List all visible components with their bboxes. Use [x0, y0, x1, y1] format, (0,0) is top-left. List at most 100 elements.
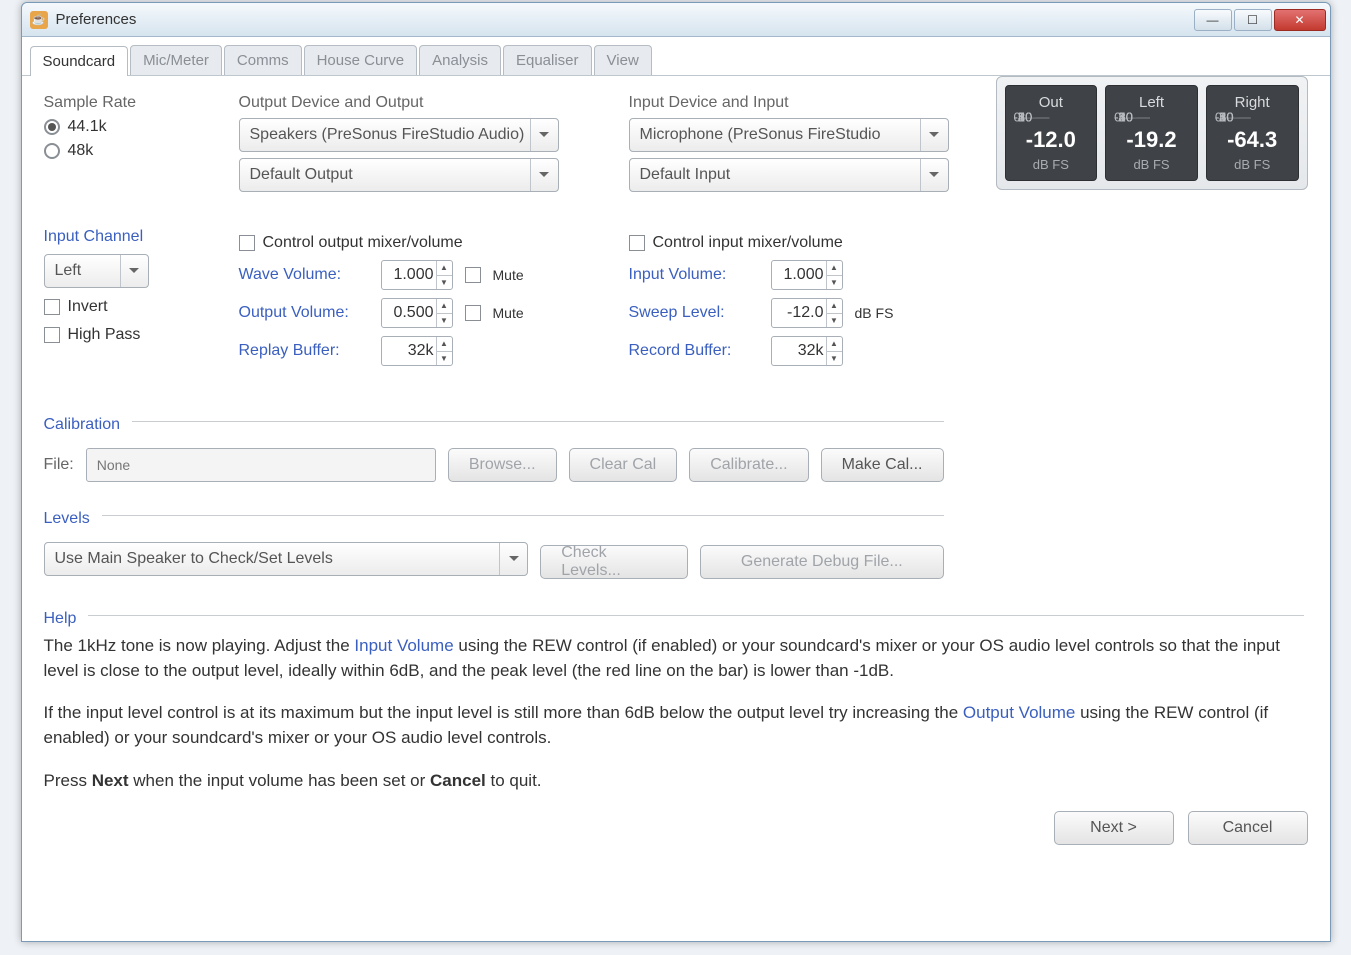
select-value: Default Input	[640, 166, 731, 184]
levels-legend: Levels	[44, 510, 90, 528]
output-volume-link[interactable]: Output Volume	[963, 703, 1075, 722]
spin-up-icon[interactable]: ▲	[827, 337, 842, 352]
wave-mute-checkbox[interactable]	[465, 267, 481, 283]
meter-panel: Out0-10-20-30-40-50-12.0dB FSLeft0-10-20…	[996, 76, 1308, 190]
output-mute-checkbox[interactable]	[465, 305, 481, 321]
meter-name: Out	[1039, 94, 1063, 111]
make-cal-button[interactable]: Make Cal...	[821, 448, 944, 482]
meter-value: -64.3	[1227, 127, 1277, 153]
spin-down-icon[interactable]: ▼	[827, 352, 842, 366]
input-volume-input[interactable]: 1.000 ▲▼	[771, 260, 843, 290]
check-levels-button[interactable]: Check Levels...	[540, 545, 688, 579]
titlebar[interactable]: ☕ Preferences — ☐ ✕	[22, 3, 1330, 37]
radio-icon	[44, 119, 60, 135]
window-title: Preferences	[56, 11, 137, 28]
spin-up-icon[interactable]: ▲	[437, 261, 452, 276]
input-volume-link[interactable]: Input Volume	[354, 636, 453, 655]
mute-label: Mute	[493, 267, 524, 283]
sweep-level-input[interactable]: -12.0 ▲▼	[771, 298, 843, 328]
tab-view[interactable]: View	[594, 45, 652, 75]
spin-up-icon[interactable]: ▲	[437, 299, 452, 314]
input-mixer-checkbox[interactable]: Control input mixer/volume	[629, 234, 969, 252]
cal-file-value: None	[97, 457, 130, 473]
invert-checkbox[interactable]: Invert	[44, 298, 209, 316]
tab-comms[interactable]: Comms	[224, 45, 302, 75]
select-value: Speakers (PreSonus FireStudio Audio)	[250, 126, 525, 144]
tab-mic-meter[interactable]: Mic/Meter	[130, 45, 222, 75]
wave-volume-input[interactable]: 1.000 ▲▼	[381, 260, 453, 290]
checkbox-icon	[44, 327, 60, 343]
input-channel-select[interactable]: Default Input	[629, 158, 949, 192]
checkbox-icon	[629, 235, 645, 251]
tick: -50	[1014, 110, 1050, 125]
sample-rate-441[interactable]: 44.1k	[44, 118, 209, 136]
sweep-level-label: Sweep Level:	[629, 304, 759, 322]
highpass-checkbox[interactable]: High Pass	[44, 326, 209, 344]
spin-down-icon[interactable]: ▼	[437, 352, 452, 366]
clear-cal-button[interactable]: Clear Cal	[569, 448, 678, 482]
sample-rate-48[interactable]: 48k	[44, 142, 209, 160]
sweep-level-row: Sweep Level: -12.0 ▲▼ dB FS	[629, 298, 969, 328]
meter-unit: dB FS	[1133, 157, 1169, 172]
output-header: Output Device and Output	[239, 94, 599, 112]
tab-equaliser[interactable]: Equaliser	[503, 45, 592, 75]
wave-volume-row: Wave Volume: 1.000 ▲▼ Mute	[239, 260, 599, 290]
input-channel-group: Input Channel Left Invert High Pass	[44, 228, 209, 366]
cancel-button[interactable]: Cancel	[1188, 811, 1308, 845]
input-group: Input Device and Input Microphone (PreSo…	[629, 94, 969, 198]
record-buffer-row: Record Buffer: 32k ▲▼	[629, 336, 969, 366]
spin-value: 32k	[798, 342, 824, 360]
input-device-select[interactable]: Microphone (PreSonus FireStudio	[629, 118, 949, 152]
record-buffer-input[interactable]: 32k ▲▼	[771, 336, 843, 366]
input-channel-select[interactable]: Left	[44, 254, 149, 288]
spin-down-icon[interactable]: ▼	[437, 276, 452, 290]
cal-file-label: File:	[44, 456, 74, 474]
cal-file-field[interactable]: None	[86, 448, 436, 482]
minimize-button[interactable]: —	[1194, 9, 1232, 31]
replay-buffer-label: Replay Buffer:	[239, 342, 369, 360]
spin-up-icon[interactable]: ▲	[827, 299, 842, 314]
sweep-unit: dB FS	[855, 305, 894, 321]
replay-buffer-input[interactable]: 32k ▲▼	[381, 336, 453, 366]
meter-left: Left0-10-20-30-40-50-19.2dB FS	[1105, 85, 1198, 181]
divider	[132, 421, 944, 422]
output-device-select[interactable]: Speakers (PreSonus FireStudio Audio)	[239, 118, 559, 152]
calibrate-button[interactable]: Calibrate...	[689, 448, 808, 482]
next-button[interactable]: Next >	[1054, 811, 1174, 845]
output-volume-input[interactable]: 0.500 ▲▼	[381, 298, 453, 328]
spin-value: 1.000	[783, 266, 823, 284]
generate-debug-button[interactable]: Generate Debug File...	[700, 545, 943, 579]
output-mixer-checkbox[interactable]: Control output mixer/volume	[239, 234, 599, 252]
sample-rate-label: Sample Rate	[44, 94, 209, 112]
maximize-button[interactable]: ☐	[1234, 9, 1272, 31]
select-value: Use Main Speaker to Check/Set Levels	[55, 550, 333, 568]
window-controls: — ☐ ✕	[1192, 9, 1326, 31]
spin-value: 0.500	[393, 304, 433, 322]
close-button[interactable]: ✕	[1274, 9, 1326, 31]
meter-right: Right0-10-20-30-40-50-64.3dB FS	[1206, 85, 1299, 181]
input-header: Input Device and Input	[629, 94, 969, 112]
app-icon: ☕	[30, 11, 48, 29]
levels-select[interactable]: Use Main Speaker to Check/Set Levels	[44, 542, 529, 576]
output-volume-label: Output Volume:	[239, 304, 369, 322]
calibration-legend: Calibration	[44, 416, 120, 434]
spin-down-icon[interactable]: ▼	[827, 276, 842, 290]
spin-down-icon[interactable]: ▼	[437, 314, 452, 328]
mute-label: Mute	[493, 305, 524, 321]
chevron-down-icon	[530, 159, 558, 191]
output-channel-select[interactable]: Default Output	[239, 158, 559, 192]
spin-up-icon[interactable]: ▲	[437, 337, 452, 352]
browse-button[interactable]: Browse...	[448, 448, 557, 482]
checkbox-icon	[239, 235, 255, 251]
tick: -50	[1215, 110, 1251, 125]
meter-value: -19.2	[1126, 127, 1176, 153]
spin-up-icon[interactable]: ▲	[827, 261, 842, 276]
tab-analysis[interactable]: Analysis	[419, 45, 501, 75]
meter-name: Left	[1139, 94, 1164, 111]
tab-house-curve[interactable]: House Curve	[304, 45, 418, 75]
spin-down-icon[interactable]: ▼	[827, 314, 842, 328]
radio-label: 44.1k	[68, 118, 107, 136]
tab-soundcard[interactable]: Soundcard	[30, 46, 129, 76]
checkbox-label: Control output mixer/volume	[263, 234, 463, 252]
meter-out: Out0-10-20-30-40-50-12.0dB FS	[1005, 85, 1098, 181]
